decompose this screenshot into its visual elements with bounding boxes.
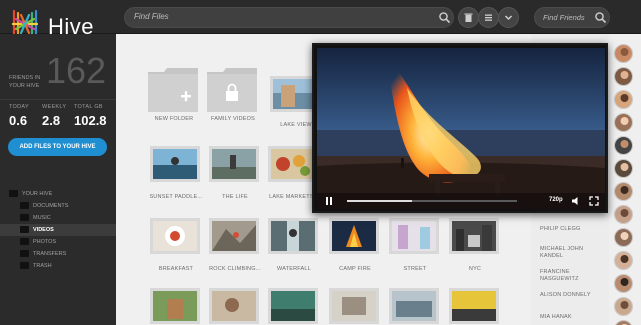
quality-button[interactable]: 720p [549,197,563,203]
menu-icon [485,14,492,21]
video-thumbnail [209,146,259,182]
friends-search-placeholder: Find Friends [543,13,585,22]
video-player[interactable]: 720p [312,43,608,213]
folder-tree: YOUR HIVE DOCUMENTS MUSIC VIDEOS PHOTOS … [0,188,116,272]
folder-icon [20,214,29,221]
avatar[interactable] [614,297,633,316]
folder-icon [20,202,29,209]
friend-name[interactable]: FRANCINE NASGUEWITZ [540,269,602,283]
avatar[interactable] [614,228,633,247]
locked-folder-icon [207,68,257,112]
video-thumbnail [150,288,200,324]
tree-item-videos[interactable]: VIDEOS [0,224,116,236]
video-thumbnail [268,288,318,324]
video-frame[interactable] [317,48,605,209]
dropdown-button[interactable] [498,7,519,28]
folder-icon [20,238,29,245]
avatar[interactable] [614,90,633,109]
stat-label: TOTAL GB [74,104,103,110]
stat-value: 0.6 [9,113,28,128]
seek-bar[interactable] [347,200,517,202]
tree-item-photos[interactable]: PHOTOS [0,236,116,248]
avatar[interactable] [614,274,633,293]
player-controls: 720p [317,193,605,209]
avatar[interactable] [614,205,633,224]
tree-item-your-hive[interactable]: YOUR HIVE [0,188,116,200]
tree-item-transfers[interactable]: TRANSFERS [0,248,116,260]
trash-icon [464,13,473,22]
tree-item-label: MUSIC [33,215,51,221]
stat-value: 2.8 [42,113,61,128]
friend-name[interactable]: MICHAEL JOHN KANDEL [540,246,602,260]
search-placeholder: Find Files [134,12,169,21]
tree-item-trash[interactable]: TRASH [0,260,116,272]
video-thumbnail [449,218,499,254]
avatar[interactable] [614,159,633,178]
avatar[interactable] [614,136,633,155]
fullscreen-icon[interactable] [589,196,599,206]
new-folder-icon [148,68,198,112]
video-thumbnail [268,218,318,254]
avatar[interactable] [614,67,633,86]
stat-value: 102.8 [74,113,107,128]
friend-avatars [609,34,641,325]
video-thumbnail [389,288,439,324]
tree-item-label: DOCUMENTS [33,203,69,209]
video-thumbnail [209,288,259,324]
avatar[interactable] [614,113,633,132]
stat-weekly: WEEKLY 2.8 [42,104,66,128]
video-thumbnail [268,146,318,182]
volume-icon[interactable] [571,196,581,206]
avatar[interactable] [614,320,633,325]
seek-progress [347,200,412,202]
tree-item-label: PHOTOS [33,239,57,245]
friends-summary: FRIENDS IN YOUR HIVE 162 [0,34,116,100]
sidebar: FRIENDS IN YOUR HIVE 162 TODAY 0.6 WEEKL… [0,34,116,325]
friends-caption: FRIENDS IN YOUR HIVE [9,75,41,89]
pause-icon[interactable] [325,197,333,205]
search-icon[interactable] [594,11,607,24]
stat-today: TODAY 0.6 [9,104,29,128]
tree-item-label: VIDEOS [33,227,54,233]
video-thumbnail [329,288,379,324]
tree-item-label: TRASH [33,263,52,269]
video-thumbnail [329,218,379,254]
folder-icon [20,226,29,233]
video-thumbnail [389,218,439,254]
avatar[interactable] [614,182,633,201]
video-thumbnail [150,146,200,182]
add-files-button[interactable]: ADD FILES TO YOUR HIVE [8,138,107,156]
chevron-down-icon [504,15,513,21]
menu-button[interactable] [478,7,499,28]
video-thumbnail [209,218,259,254]
stat-label: TODAY [9,104,29,110]
avatar[interactable] [614,251,633,270]
folder-icon [20,250,29,257]
tree-item-documents[interactable]: DOCUMENTS [0,200,116,212]
stat-total-gb: TOTAL GB 102.8 [74,104,107,128]
file-label: NYC [468,266,482,272]
avatar[interactable] [614,44,633,63]
tree-item-label: YOUR HIVE [22,191,53,197]
friends-count: 162 [46,50,107,91]
friend-name[interactable]: ALISON DONNELY [540,292,602,299]
friend-name[interactable]: PHILIP CLEGG [540,226,602,233]
video-thumbnail [449,288,499,324]
folder-icon [20,262,29,269]
trash-button[interactable] [458,7,479,28]
hive-app: Hive Find Files Find Friends FRIENDS IN … [0,0,641,325]
folder-icon [9,190,18,197]
search-input[interactable]: Find Files [124,7,454,28]
stat-label: WEEKLY [42,104,67,110]
search-icon[interactable] [438,11,451,24]
friend-name[interactable]: MIA HANAK [540,314,602,321]
friends-search-input[interactable]: Find Friends [534,7,610,28]
tree-item-label: TRANSFERS [33,251,67,257]
top-bar: Hive Find Files Find Friends [0,0,641,39]
tree-item-music[interactable]: MUSIC [0,212,116,224]
video-thumbnail [150,218,200,254]
